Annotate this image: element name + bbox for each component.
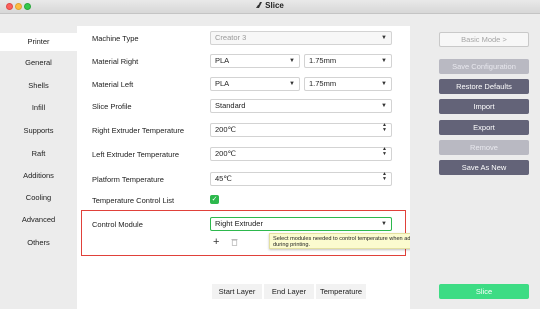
stepper-arrows-icon[interactable]: ▲ ▼ bbox=[382, 172, 387, 182]
platform-temp-input[interactable]: 45℃ ▲ ▼ bbox=[210, 172, 392, 186]
sidebar-item-advanced[interactable]: Advanced bbox=[0, 211, 77, 229]
title-bar: Slice bbox=[0, 0, 540, 14]
slice-button[interactable]: Slice bbox=[439, 284, 529, 299]
machine-type-label: Machine Type bbox=[92, 34, 139, 43]
actions-panel: Basic Mode > Save Configuration Restore … bbox=[410, 14, 540, 309]
control-module-value: Right Extruder bbox=[215, 219, 263, 228]
chevron-down-icon: ▼ bbox=[289, 81, 295, 87]
sidebar-item-raft[interactable]: Raft bbox=[0, 145, 77, 163]
platform-temp-value: 45℃ bbox=[215, 174, 232, 183]
window-title-wrap: Slice bbox=[0, 1, 540, 10]
left-extruder-temp-input[interactable]: 200℃ ▲ ▼ bbox=[210, 147, 392, 161]
settings-panel: Machine Type Creator 3 ▼ Material Right … bbox=[77, 26, 475, 309]
column-header-start-layer: Start Layer bbox=[212, 284, 262, 299]
slice-profile-label: Slice Profile bbox=[92, 102, 132, 111]
temp-control-list-checkbox[interactable]: ✓ bbox=[210, 195, 219, 204]
column-header-temperature: Temperature bbox=[316, 284, 366, 299]
platform-temp-label: Platform Temperature bbox=[92, 175, 164, 184]
stepper-arrows-icon[interactable]: ▲ ▼ bbox=[382, 123, 387, 133]
sidebar-item-supports[interactable]: Supports bbox=[0, 122, 77, 140]
import-button[interactable]: Import bbox=[439, 99, 529, 114]
column-header-end-layer: End Layer bbox=[264, 284, 314, 299]
chevron-down-icon: ▼ bbox=[289, 58, 295, 64]
chevron-down-icon: ▼ bbox=[381, 221, 387, 227]
slice-profile-select[interactable]: Standard ▼ bbox=[210, 99, 392, 113]
basic-mode-button[interactable]: Basic Mode > bbox=[439, 32, 529, 47]
machine-type-value: Creator 3 bbox=[215, 33, 247, 42]
right-extruder-temp-input[interactable]: 200℃ ▲ ▼ bbox=[210, 123, 392, 137]
material-right-select[interactable]: PLA ▼ bbox=[210, 54, 300, 68]
slice-profile-value: Standard bbox=[215, 101, 246, 110]
restore-defaults-button[interactable]: Restore Defaults bbox=[439, 79, 529, 94]
export-button[interactable]: Export bbox=[439, 120, 529, 135]
right-extruder-temp-value: 200℃ bbox=[215, 125, 236, 134]
save-as-new-button[interactable]: Save As New bbox=[439, 160, 529, 175]
temp-control-list-label: Temperature Control List bbox=[92, 196, 175, 205]
stepper-arrows-icon[interactable]: ▲ ▼ bbox=[382, 147, 387, 157]
sidebar-item-infill[interactable]: Infill bbox=[0, 99, 77, 117]
sidebar-item-general[interactable]: General bbox=[0, 54, 77, 72]
trash-icon[interactable] bbox=[231, 238, 238, 246]
chevron-down-icon: ▼ bbox=[381, 58, 387, 64]
slice-app-icon bbox=[256, 2, 263, 8]
sidebar-item-others[interactable]: Others bbox=[0, 234, 77, 252]
add-icon[interactable]: + bbox=[213, 237, 219, 248]
sidebar-item-additions[interactable]: Additions bbox=[0, 167, 77, 185]
material-left-diameter-select[interactable]: 1.75mm ▼ bbox=[304, 77, 392, 91]
material-left-value: PLA bbox=[215, 79, 230, 88]
material-right-diameter-value: 1.75mm bbox=[309, 56, 337, 65]
material-right-label: Material Right bbox=[92, 57, 139, 66]
right-extruder-temp-label: Right Extruder Temperature bbox=[92, 126, 184, 135]
chevron-down-icon: ▼ bbox=[381, 81, 387, 87]
sidebar-item-cooling[interactable]: Cooling bbox=[0, 189, 77, 207]
material-right-diameter-select[interactable]: 1.75mm ▼ bbox=[304, 54, 392, 68]
left-extruder-temp-label: Left Extruder Temperature bbox=[92, 150, 179, 159]
chevron-down-icon: ▼ bbox=[381, 103, 387, 109]
chevron-down-icon: ▼ bbox=[381, 35, 387, 41]
control-module-select[interactable]: Right Extruder ▼ bbox=[210, 217, 392, 231]
sidebar-item-shells[interactable]: Shells bbox=[0, 77, 77, 95]
sidebar-item-printer[interactable]: Printer bbox=[0, 33, 77, 51]
control-module-label: Control Module bbox=[92, 220, 143, 229]
material-right-value: PLA bbox=[215, 56, 230, 65]
save-configuration-button[interactable]: Save Configuration bbox=[439, 59, 529, 74]
window-title: Slice bbox=[265, 1, 284, 10]
left-extruder-temp-value: 200℃ bbox=[215, 149, 236, 158]
material-left-diameter-value: 1.75mm bbox=[309, 79, 337, 88]
remove-button[interactable]: Remove bbox=[439, 140, 529, 155]
material-left-label: Material Left bbox=[92, 80, 134, 89]
machine-type-select: Creator 3 ▼ bbox=[210, 31, 392, 45]
material-left-select[interactable]: PLA ▼ bbox=[210, 77, 300, 91]
